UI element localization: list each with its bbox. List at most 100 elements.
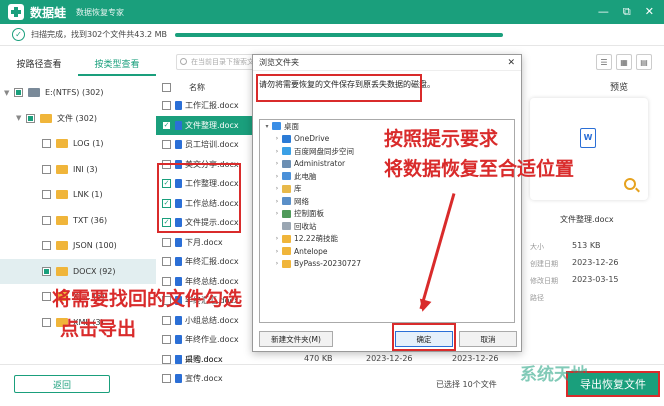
chevron-right-icon[interactable]: › <box>272 235 282 242</box>
chevron-right-icon[interactable]: › <box>272 185 282 192</box>
title-bar: 数据蛙 数据恢复专家 — ⧉ ✕ <box>0 0 664 24</box>
tree-item-docx[interactable]: DOCX (92) <box>0 258 156 284</box>
restore-icon[interactable]: ⧉ <box>623 5 631 19</box>
chevron-right-icon[interactable]: › <box>272 260 282 267</box>
tree-checkbox[interactable] <box>42 292 51 302</box>
recycle-bin-icon <box>282 222 291 231</box>
chevron-right-icon[interactable]: › <box>272 148 282 155</box>
preview-box: W <box>530 98 648 200</box>
folder-icon <box>56 215 68 225</box>
folder-icon <box>56 266 68 276</box>
file-row[interactable]: 年终汇报.docx <box>156 252 252 272</box>
tree-item-json[interactable]: JSON (100) <box>0 233 156 259</box>
minimize-icon[interactable]: — <box>598 5 609 19</box>
tree-item-files[interactable]: ▼ 文件 (302) <box>0 106 156 132</box>
folder-label: 控制面板 <box>294 209 324 219</box>
folder-item-control-panel[interactable]: › 控制面板 <box>260 208 514 221</box>
network-icon <box>282 197 291 206</box>
chevron-down-icon[interactable]: ▾ <box>262 123 272 130</box>
file-row[interactable]: 年终作业.docx <box>156 330 252 350</box>
folder-item-network[interactable]: › 网络 <box>260 195 514 208</box>
file-list: 工作汇报.docx ✓ 文件整理.docx 员工培训.docx 美文分享.docx… <box>156 96 252 389</box>
app-name: 数据蛙 <box>30 5 67 20</box>
tree-checkbox[interactable] <box>26 113 35 123</box>
word-file-icon <box>175 315 182 325</box>
meta-value: 2023-12-26 <box>572 258 619 267</box>
message-highlight-box <box>256 74 422 102</box>
tree-checkbox[interactable] <box>42 164 51 174</box>
tree-item-lnk[interactable]: LNK (1) <box>0 182 156 208</box>
tree-item-ini[interactable]: INI (3) <box>0 157 156 183</box>
file-checkbox[interactable] <box>162 335 171 345</box>
tab-by-type[interactable]: 按类型查看 <box>78 54 156 76</box>
chevron-right-icon[interactable]: › <box>272 173 282 180</box>
file-row[interactable]: ✓ 文件整理.docx <box>156 115 252 135</box>
tree-item-label: E:(NTFS) (302) <box>45 88 104 98</box>
tree-checkbox[interactable] <box>42 241 51 251</box>
folder-item-1222[interactable]: › 12.22萌技能 <box>260 233 514 246</box>
chevron-right-icon[interactable]: › <box>272 248 282 255</box>
file-checkbox[interactable] <box>162 355 171 365</box>
tree-checkbox[interactable] <box>42 317 51 327</box>
file-checkbox[interactable] <box>162 101 171 111</box>
chevron-down-icon[interactable]: ▼ <box>4 89 14 97</box>
tree-checkbox[interactable] <box>42 139 51 149</box>
chevron-right-icon[interactable]: › <box>272 160 282 167</box>
file-checkbox[interactable]: ✓ <box>162 120 171 130</box>
folder-item-recycle[interactable]: 回收站 <box>260 220 514 233</box>
annotation-left-line2: 点击导出 <box>60 318 137 340</box>
tree-checkbox[interactable] <box>42 190 51 200</box>
tree-checkbox[interactable] <box>42 215 51 225</box>
tree-item-txt[interactable]: TXT (36) <box>0 208 156 234</box>
dialog-close-icon[interactable]: ✕ <box>507 58 515 68</box>
computer-icon <box>282 172 291 181</box>
folder-label: Antelope <box>294 246 328 256</box>
list-view-icon[interactable]: ☰ <box>596 54 612 70</box>
folder-label: 桌面 <box>284 121 299 131</box>
tree-item-log[interactable]: LOG (1) <box>0 131 156 157</box>
chevron-right-icon[interactable]: › <box>272 198 282 205</box>
tree-checkbox[interactable] <box>14 88 23 98</box>
preview-file-name: 文件整理.docx <box>560 215 614 224</box>
file-checkbox[interactable] <box>162 237 171 247</box>
selection-highlight-box <box>157 163 241 233</box>
folder-item-bypass[interactable]: › ByPass-20230727 <box>260 258 514 271</box>
annotation-left-line1: 将需要找回的文件勾选 <box>52 288 243 310</box>
tree-checkbox[interactable] <box>42 266 51 276</box>
file-row[interactable]: 小组总结.docx <box>156 311 252 331</box>
tree-item-label: INI (3) <box>73 164 98 174</box>
file-row[interactable]: 下月.docx <box>156 233 252 253</box>
grid-view-icon[interactable]: ▦ <box>616 54 632 70</box>
scan-status-bar: ✓ 扫描完成，找到302个文件共43.2 MB <box>0 24 664 46</box>
file-checkbox[interactable] <box>162 140 171 150</box>
dialog-title-bar: 浏览文件夹 ✕ <box>253 55 521 71</box>
file-checkbox[interactable] <box>162 315 171 325</box>
file-checkbox[interactable] <box>162 257 171 267</box>
zoom-icon[interactable] <box>624 178 636 190</box>
chevron-right-icon[interactable]: › <box>272 210 282 217</box>
folder-item-antelope[interactable]: › Antelope <box>260 245 514 258</box>
file-row[interactable]: 员工培训.docx <box>156 135 252 155</box>
selected-count: 已选择 10个文件 <box>436 380 497 389</box>
folder-item-library[interactable]: › 库 <box>260 183 514 196</box>
file-name: 文件整理.docx <box>185 120 239 130</box>
word-file-icon <box>175 140 182 150</box>
check-icon: ✓ <box>12 28 25 41</box>
new-folder-button[interactable]: 新建文件夹(M) <box>259 331 333 347</box>
tree-item-drive[interactable]: ▼ E:(NTFS) (302) <box>0 80 156 106</box>
cancel-button[interactable]: 取消 <box>459 331 517 347</box>
folder-label: 网络 <box>294 196 309 206</box>
file-name: 工作汇报.docx <box>185 101 239 111</box>
tab-by-path[interactable]: 按路径查看 <box>0 54 78 76</box>
app-subtitle: 数据恢复专家 <box>76 7 125 17</box>
select-all-checkbox[interactable] <box>162 82 171 92</box>
chevron-right-icon[interactable]: › <box>272 135 282 142</box>
preview-pane-icon[interactable]: ▤ <box>636 54 652 70</box>
cloud-icon <box>282 134 291 143</box>
control-panel-icon <box>282 209 291 218</box>
back-button[interactable]: 返回 <box>14 375 110 393</box>
file-row[interactable]: 工作汇报.docx <box>156 96 252 116</box>
chevron-down-icon[interactable]: ▼ <box>16 114 26 122</box>
folder-icon <box>56 139 68 149</box>
close-icon[interactable]: ✕ <box>645 5 654 19</box>
